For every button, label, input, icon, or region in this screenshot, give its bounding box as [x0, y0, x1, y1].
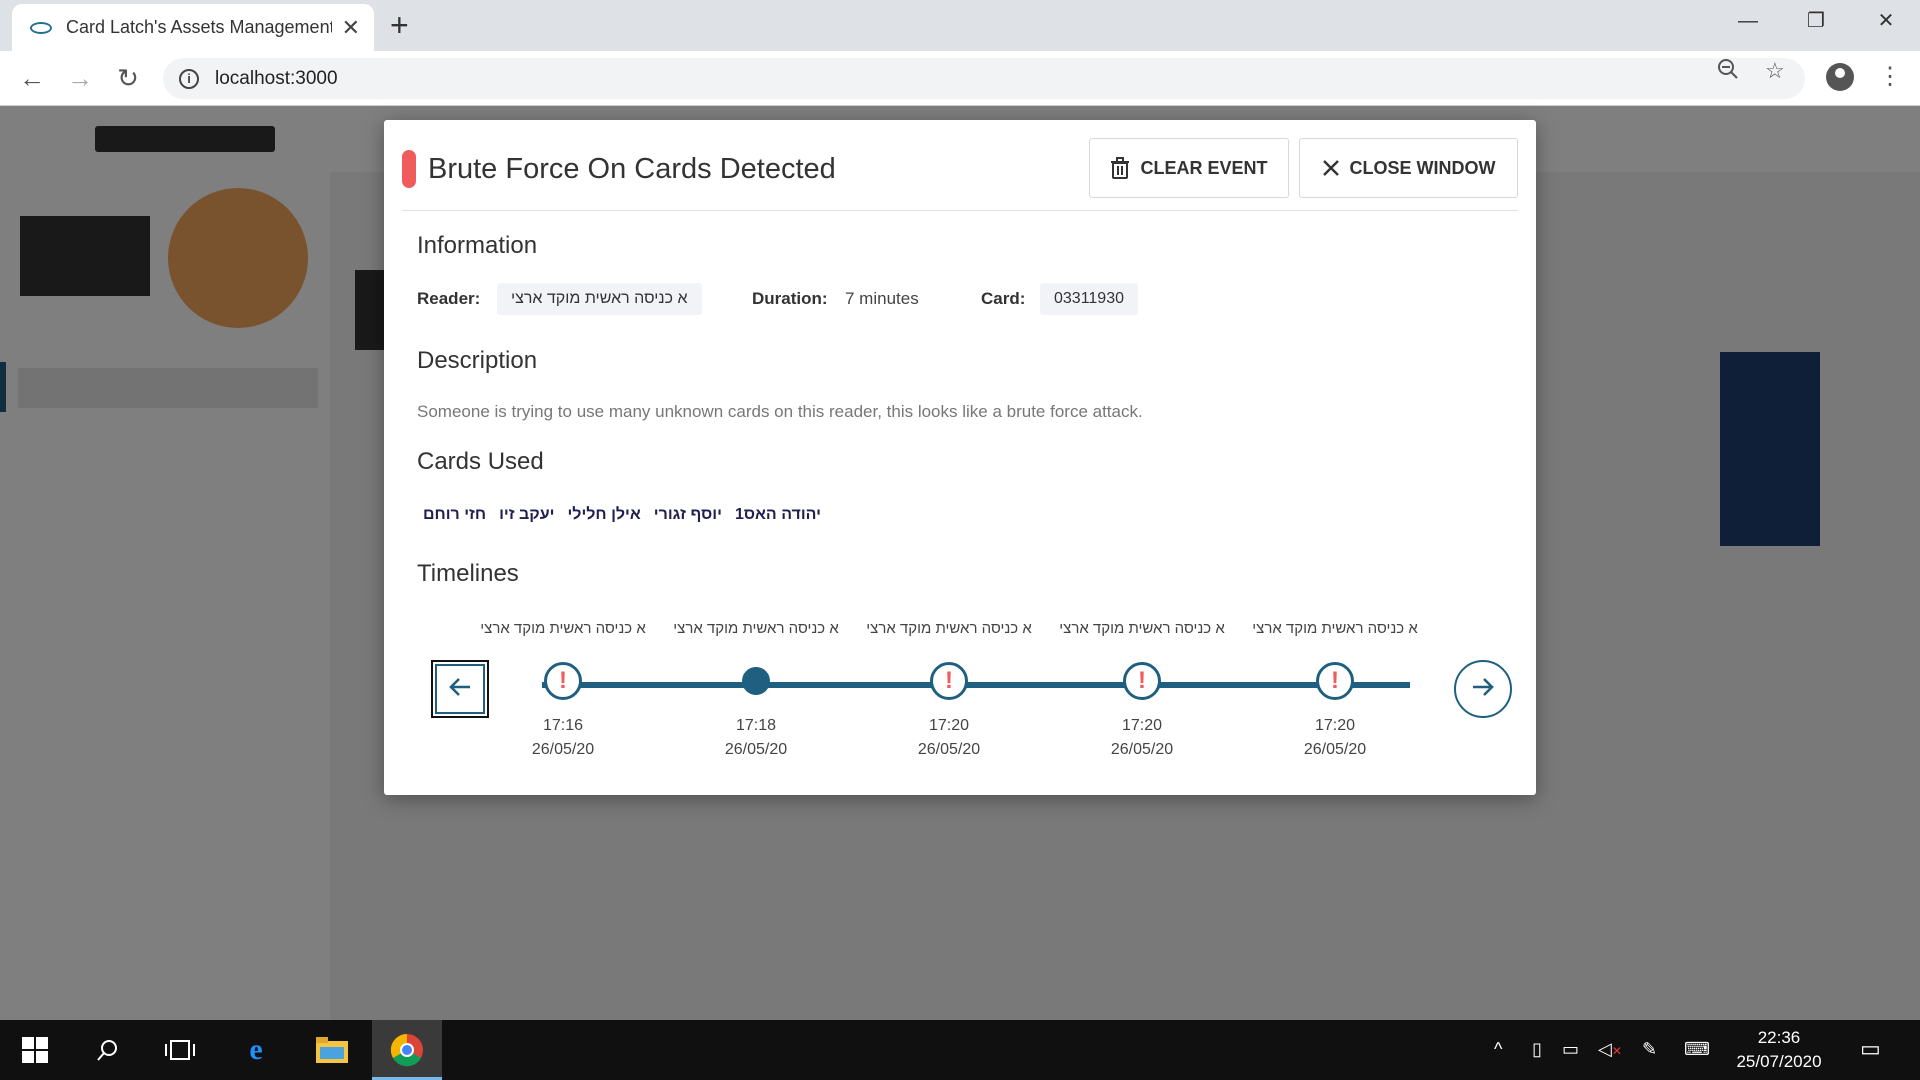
close-icon: [1322, 159, 1340, 177]
timeline-event[interactable]: א כניסה ראשית מוקד ארצי ! 17:20 26/05/20: [1235, 620, 1435, 762]
task-view-icon[interactable]: [160, 1030, 200, 1070]
timelines-heading: Timelines: [417, 560, 519, 587]
volume-muted-icon[interactable]: ◁✕: [1598, 1038, 1622, 1062]
severity-indicator: [402, 150, 416, 188]
tab-title: Card Latch's Assets Management: [66, 17, 332, 37]
timeline-event-reader: א כניסה ראשית מוקד ארצי: [673, 620, 839, 637]
timeline-event-time: 17:20 26/05/20: [917, 717, 981, 758]
timeline-event[interactable]: א כניסה ראשית מוקד ארצי ! 17:20 26/05/20: [1042, 620, 1242, 762]
timeline-dot-icon: [742, 667, 770, 695]
timeline-event-time: 17:20 26/05/20: [1303, 717, 1367, 758]
url-text: localhost:3000: [215, 67, 338, 89]
address-bar[interactable]: i localhost:3000: [163, 58, 1805, 99]
site-info-icon[interactable]: i: [179, 68, 199, 89]
restore-icon[interactable]: ❐: [1796, 6, 1836, 36]
chrome-icon[interactable]: [387, 1030, 427, 1070]
card-label: Card:: [981, 289, 1026, 308]
trash-icon: [1110, 157, 1130, 179]
description-heading: Description: [417, 347, 538, 374]
close-window-button[interactable]: CLOSE WINDOW: [1299, 138, 1518, 198]
browser-menu-icon[interactable]: ⋮: [1878, 63, 1902, 91]
alert-icon: !: [544, 662, 582, 700]
reload-icon[interactable]: ↻: [110, 63, 146, 93]
modal-header: Brute Force On Cards Detected CLEAR EVEN…: [402, 138, 1518, 211]
network-icon[interactable]: ▭: [1562, 1038, 1579, 1060]
card-holder-name[interactable]: חזי רוחם: [423, 506, 486, 524]
clear-event-button[interactable]: CLEAR EVENT: [1089, 138, 1289, 198]
timeline-event[interactable]: א כניסה ראשית מוקד ארצי ! 17:16 26/05/20: [463, 620, 663, 762]
clock-time: 22:36: [1757, 1028, 1801, 1047]
search-icon[interactable]: [88, 1030, 128, 1070]
clear-event-label: CLEAR EVENT: [1140, 157, 1268, 178]
usb-icon[interactable]: ▯: [1532, 1038, 1542, 1060]
arrow-right-icon: [1471, 677, 1495, 702]
duration-value: 7 minutes: [845, 289, 919, 308]
zoom-icon[interactable]: [1716, 57, 1740, 88]
forward-icon[interactable]: →: [62, 63, 98, 93]
card-holder-name[interactable]: יעקב זיו: [499, 506, 554, 524]
alert-icon: !: [930, 662, 968, 700]
event-modal: Brute Force On Cards Detected CLEAR EVEN…: [384, 120, 1536, 795]
duration-label: Duration:: [752, 289, 828, 308]
timeline-event-time: 17:16 26/05/20: [531, 717, 595, 758]
app-favicon-icon: [30, 21, 52, 34]
windows-start-icon[interactable]: [15, 1030, 55, 1070]
close-window-label: CLOSE WINDOW: [1349, 157, 1496, 178]
bookmark-star-icon[interactable]: ☆: [1765, 57, 1785, 85]
notifications-icon[interactable]: ▭: [1860, 1038, 1881, 1060]
information-row: Reader: א כניסה ראשית מוקד ארצי Duration…: [417, 283, 1497, 315]
timeline-event-reader: א כניסה ראשית מוקד ארצי: [1252, 620, 1418, 637]
card-holder-name[interactable]: יהודה האס1: [735, 506, 821, 524]
profile-avatar-icon[interactable]: [1826, 63, 1854, 91]
timeline-event-reader: א כניסה ראשית מוקד ארצי: [480, 620, 646, 637]
description-text: Someone is trying to use many unknown ca…: [417, 402, 1143, 421]
timeline-event-time: 17:20 26/05/20: [1110, 717, 1174, 758]
timeline-event-time: 17:18 26/05/20: [724, 717, 788, 758]
timeline-event-reader: א כניסה ראשית מוקד ארצי: [866, 620, 1032, 637]
cards-used-list: יהודה האס1 יוסף זגורי אילן חלילי יעקב זי…: [423, 506, 821, 524]
windows-taskbar: e ^ ▯ ▭ ◁✕ ✎ ⌨ 22:36 25/07/2020 ▭: [0, 1020, 1920, 1080]
card-holder-name[interactable]: יוסף זגורי: [654, 506, 722, 524]
reader-chip: א כניסה ראשית מוקד ארצי: [497, 283, 702, 315]
keyboard-icon[interactable]: ⌨: [1684, 1038, 1710, 1060]
internet-explorer-icon[interactable]: e: [236, 1030, 276, 1070]
card-chip: 03311930: [1040, 283, 1138, 315]
pen-icon[interactable]: ✎: [1642, 1038, 1657, 1060]
reader-label: Reader:: [417, 289, 481, 308]
browser-tab-bar: Card Latch's Assets Management ✕ + — ❐ ✕: [0, 0, 1920, 51]
timeline-next-button[interactable]: [1454, 660, 1512, 718]
close-tab-icon[interactable]: ✕: [342, 16, 360, 39]
system-clock[interactable]: 22:36 25/07/2020: [1724, 1026, 1834, 1074]
timeline-event[interactable]: א כניסה ראשית מוקד ארצי 17:18 26/05/20: [656, 620, 856, 762]
modal-title: Brute Force On Cards Detected: [428, 153, 836, 185]
back-icon[interactable]: ←: [14, 63, 50, 93]
browser-toolbar: ← → ↻ i localhost:3000 ☆ ⋮: [0, 51, 1920, 106]
card-holder-name[interactable]: אילן חלילי: [567, 506, 640, 524]
alert-icon: !: [1123, 662, 1161, 700]
cards-used-heading: Cards Used: [417, 448, 544, 475]
new-tab-icon[interactable]: +: [390, 8, 409, 42]
timeline-event[interactable]: א כניסה ראשית מוקד ארצי ! 17:20 26/05/20: [849, 620, 1049, 762]
close-window-icon[interactable]: ✕: [1866, 6, 1906, 36]
alert-icon: !: [1316, 662, 1354, 700]
minimize-icon[interactable]: —: [1728, 6, 1768, 36]
tray-expand-icon[interactable]: ^: [1494, 1038, 1502, 1060]
clock-date: 25/07/2020: [1736, 1052, 1822, 1071]
browser-tab[interactable]: Card Latch's Assets Management ✕: [12, 4, 374, 51]
timeline-event-reader: א כניסה ראשית מוקד ארצי: [1059, 620, 1225, 637]
information-heading: Information: [417, 232, 538, 259]
file-explorer-icon[interactable]: [312, 1030, 352, 1070]
